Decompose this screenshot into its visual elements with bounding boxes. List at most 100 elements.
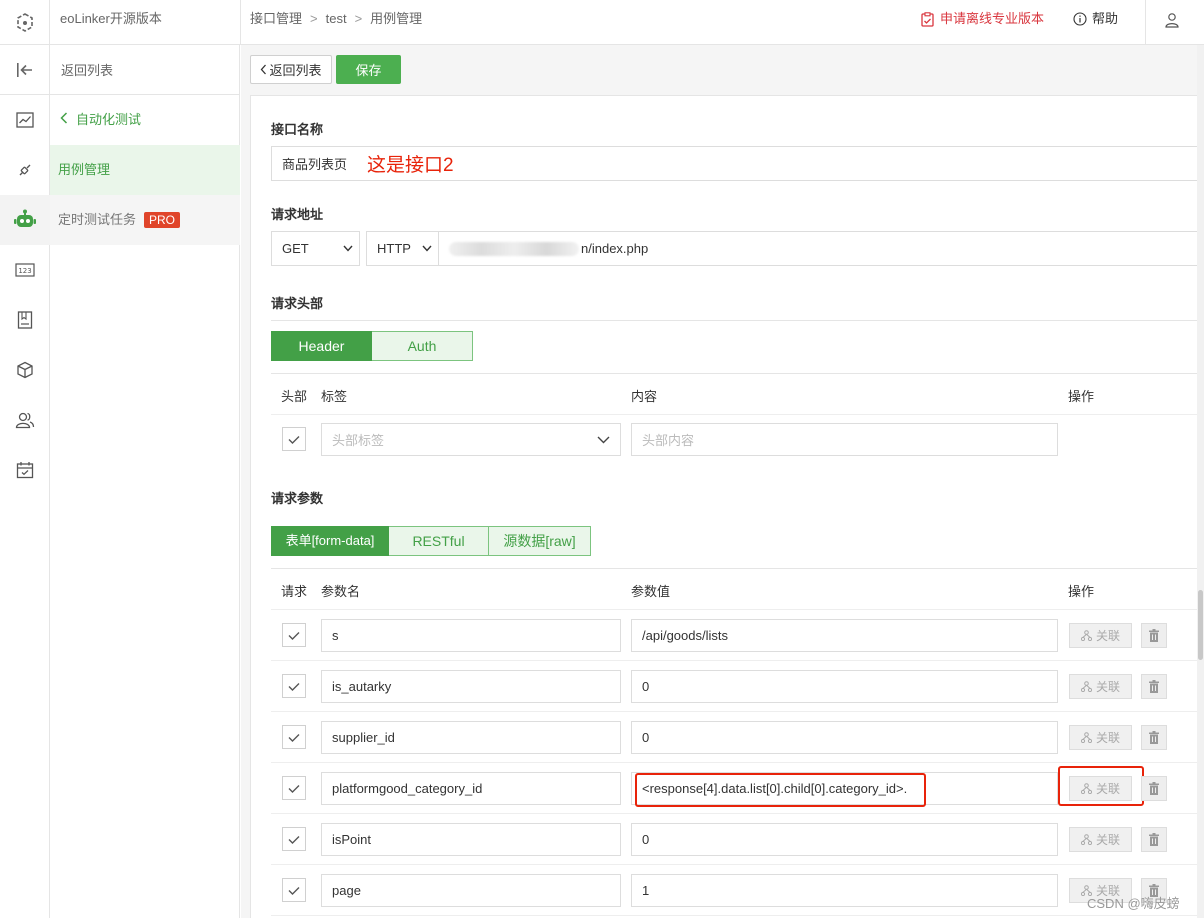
param-row-checkbox[interactable] <box>282 776 306 800</box>
breadcrumb-item-api-management[interactable]: 接口管理 <box>250 0 302 38</box>
param-row-checkbox[interactable] <box>282 623 306 647</box>
param-row-checkbox[interactable] <box>282 674 306 698</box>
header-content-input[interactable]: 头部内容 <box>631 423 1058 456</box>
chart-icon <box>16 112 34 128</box>
link-button[interactable]: 关联 <box>1069 623 1132 648</box>
delete-button[interactable] <box>1141 776 1167 801</box>
request-url-title: 请求地址 <box>271 207 324 222</box>
help-link[interactable]: 帮助 <box>1073 0 1118 38</box>
param-value-input[interactable]: 0 <box>631 823 1058 856</box>
param-name-input[interactable]: supplier_id <box>321 721 621 754</box>
side-item-case-management[interactable]: 用例管理 <box>50 145 240 195</box>
divider <box>271 373 1204 374</box>
divider <box>271 915 1204 916</box>
breadcrumb-separator: > <box>310 11 318 26</box>
plug-icon <box>19 164 31 176</box>
col-header-head: 头部 <box>281 389 308 404</box>
save-button[interactable]: 保存 <box>336 55 401 84</box>
check-icon <box>288 784 300 793</box>
tab-auth[interactable]: Auth <box>372 331 473 361</box>
back-to-list-button-label: 返回列表 <box>269 63 322 78</box>
param-value-input[interactable]: 0 <box>631 670 1058 703</box>
param-name-input[interactable]: s <box>321 619 621 652</box>
rail-item-package[interactable] <box>0 345 50 395</box>
annotation-text: 这是接口2 <box>367 155 454 176</box>
delete-button[interactable] <box>1141 623 1167 648</box>
content-panel: 接口名称 商品列表页 这是接口2 请求地址 GET HTTP n/index.p… <box>250 95 1204 918</box>
header-label-input[interactable]: 头部标签 <box>321 423 621 456</box>
divider <box>271 813 1204 814</box>
breadcrumb-item-project[interactable]: test <box>326 0 347 38</box>
rail-item-schedule[interactable] <box>0 445 50 495</box>
user-button[interactable] <box>1160 8 1184 32</box>
param-row-checkbox[interactable] <box>282 827 306 851</box>
tab-form-data[interactable]: 表单[form-data] <box>271 526 389 556</box>
apply-pro-link[interactable]: 申请离线专业版本 <box>920 0 1044 38</box>
param-value-input[interactable]: /api/goods/lists <box>631 619 1058 652</box>
trash-icon <box>1149 730 1159 744</box>
logo-icon <box>16 12 33 32</box>
param-name-input[interactable]: platformgood_category_id <box>321 772 621 805</box>
api-name-value: 商品列表页 <box>282 157 348 172</box>
link-button[interactable]: 关联 <box>1069 827 1132 852</box>
chevron-down-icon <box>597 436 610 443</box>
check-icon <box>288 631 300 640</box>
rail-item-automation[interactable] <box>0 195 50 245</box>
side-item-scheduled-tasks[interactable]: 定时测试任务 PRO <box>50 195 240 245</box>
side-item-label: 定时测试任务 <box>58 212 137 227</box>
rail-item-code[interactable]: 123 <box>0 245 50 295</box>
help-label: 帮助 <box>1092 11 1119 26</box>
scrollbar-track[interactable] <box>1197 45 1204 918</box>
number-icon: 123 <box>15 263 35 277</box>
scrollbar-thumb[interactable] <box>1198 590 1203 660</box>
watermark: CSDN @嗨皮螃 <box>1087 896 1180 911</box>
protocol-value: HTTP <box>377 241 411 256</box>
delete-button[interactable] <box>1141 725 1167 750</box>
param-value-input[interactable]: 1 <box>631 874 1058 907</box>
back-to-list-button[interactable]: 返回列表 <box>250 55 332 84</box>
hierarchy-icon <box>1080 732 1092 743</box>
param-row-checkbox[interactable] <box>282 725 306 749</box>
param-row-checkbox[interactable] <box>282 878 306 902</box>
rail-item-team[interactable] <box>0 395 50 445</box>
param-name-input[interactable]: is_autarky <box>321 670 621 703</box>
method-select[interactable]: GET <box>271 231 360 266</box>
col-header-content: 内容 <box>631 389 658 404</box>
col-header-param-value: 参数值 <box>631 584 671 599</box>
side-group-automation-test[interactable]: 自动化测试 <box>50 95 240 145</box>
param-name-input[interactable]: isPoint <box>321 823 621 856</box>
back-to-list-row[interactable]: 返回列表 <box>0 45 240 95</box>
logo[interactable] <box>0 0 50 45</box>
link-button[interactable]: 关联 <box>1069 725 1132 750</box>
url-value: n/index.php <box>581 241 649 256</box>
user-icon <box>1165 13 1179 28</box>
header-row-checkbox[interactable] <box>282 427 306 451</box>
url-input[interactable]: n/index.php <box>438 231 1204 266</box>
delete-button[interactable] <box>1141 827 1167 852</box>
chevron-left-icon <box>261 64 267 75</box>
cube-icon <box>17 361 33 379</box>
tab-header[interactable]: Header <box>271 331 372 361</box>
svg-text:123: 123 <box>18 267 31 275</box>
side-panel: 返回列表 自动化测试 用例管理 定时测试任务 PRO <box>0 45 240 918</box>
info-icon <box>1073 12 1087 26</box>
document-icon <box>17 311 33 329</box>
tab-raw[interactable]: 源数据[raw] <box>489 526 591 556</box>
col-header-param-name: 参数名 <box>321 584 361 599</box>
breadcrumb-item-case-management: 用例管理 <box>370 11 423 26</box>
col-header-label: 标签 <box>321 389 348 404</box>
param-value-input[interactable]: 0 <box>631 721 1058 754</box>
rail-item-chart[interactable] <box>0 95 50 145</box>
tab-restful[interactable]: RESTful <box>389 526 489 556</box>
clipboard-icon <box>921 11 934 27</box>
toolbar: 返回列表 保存 <box>241 45 1204 95</box>
divider <box>1145 0 1146 45</box>
rail-item-connect[interactable] <box>0 145 50 195</box>
apply-pro-label: 申请离线专业版本 <box>940 11 1045 26</box>
link-button[interactable]: 关联 <box>1069 674 1132 699</box>
delete-button[interactable] <box>1141 674 1167 699</box>
param-name-input[interactable]: page <box>321 874 621 907</box>
rail-item-document[interactable] <box>0 295 50 345</box>
divider <box>271 660 1204 661</box>
protocol-select[interactable]: HTTP <box>366 231 439 266</box>
